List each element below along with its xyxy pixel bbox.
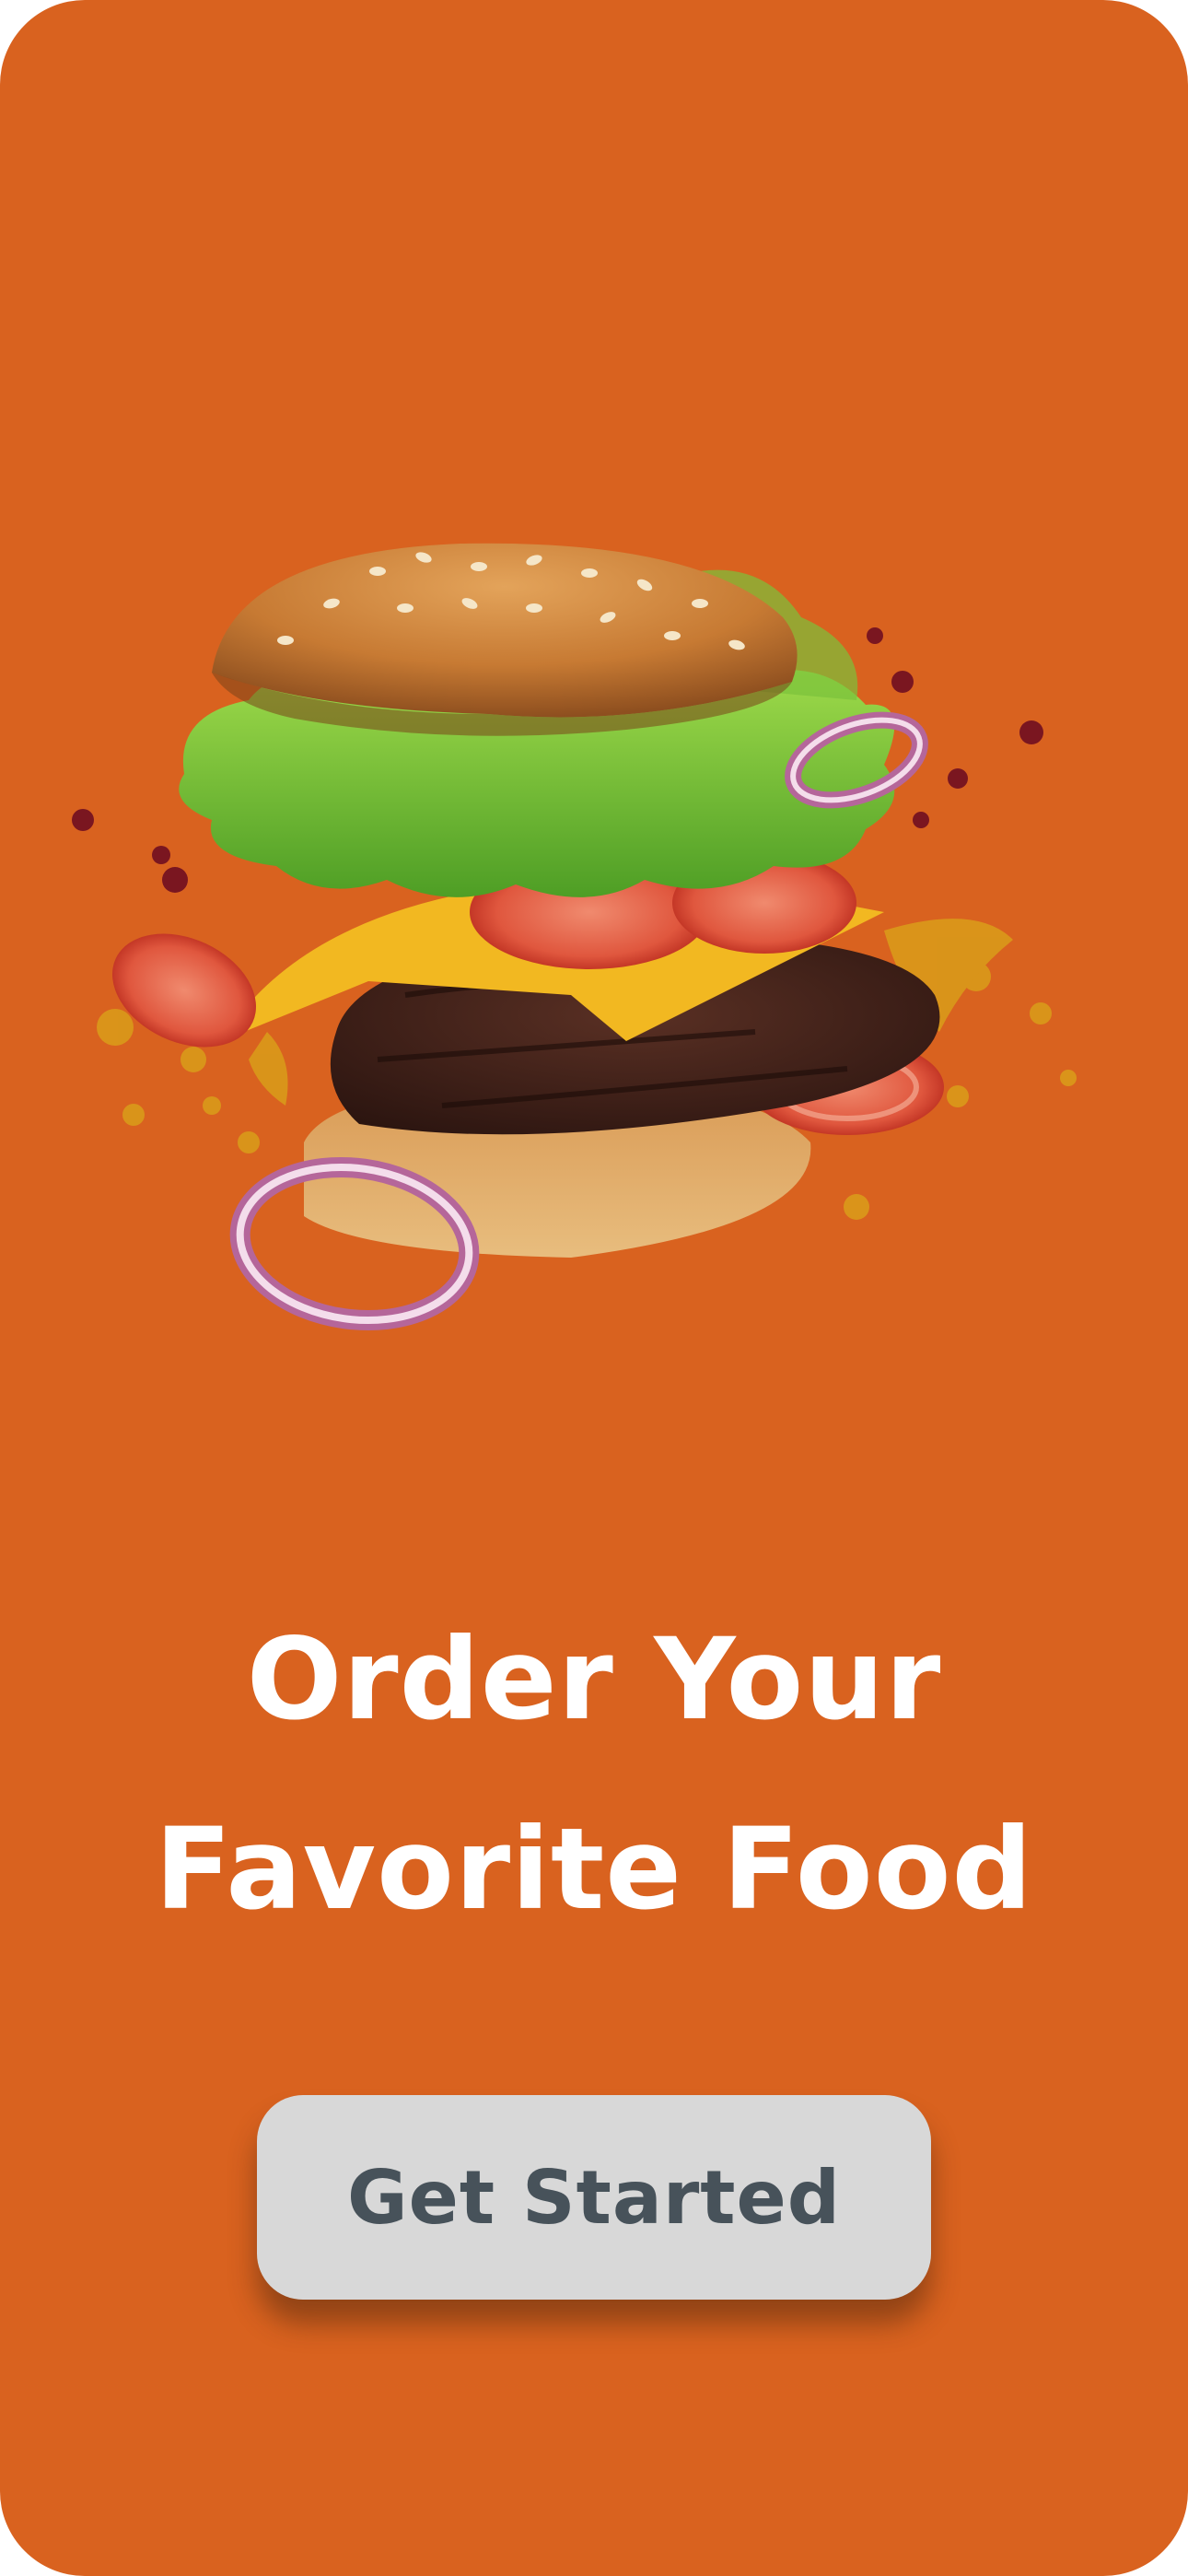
onboarding-screen: Order Your Favorite Food Get Started xyxy=(0,0,1188,2576)
top-bun xyxy=(212,543,798,718)
headline-line-1: Order Your xyxy=(246,1614,942,1745)
burger-illustration xyxy=(72,543,1077,1331)
tomato-slice xyxy=(112,933,256,1048)
get-started-button[interactable]: Get Started xyxy=(257,2095,931,2300)
headline-line-2: Favorite Food xyxy=(155,1804,1033,1935)
headline: Order Your Favorite Food xyxy=(0,1585,1188,1964)
